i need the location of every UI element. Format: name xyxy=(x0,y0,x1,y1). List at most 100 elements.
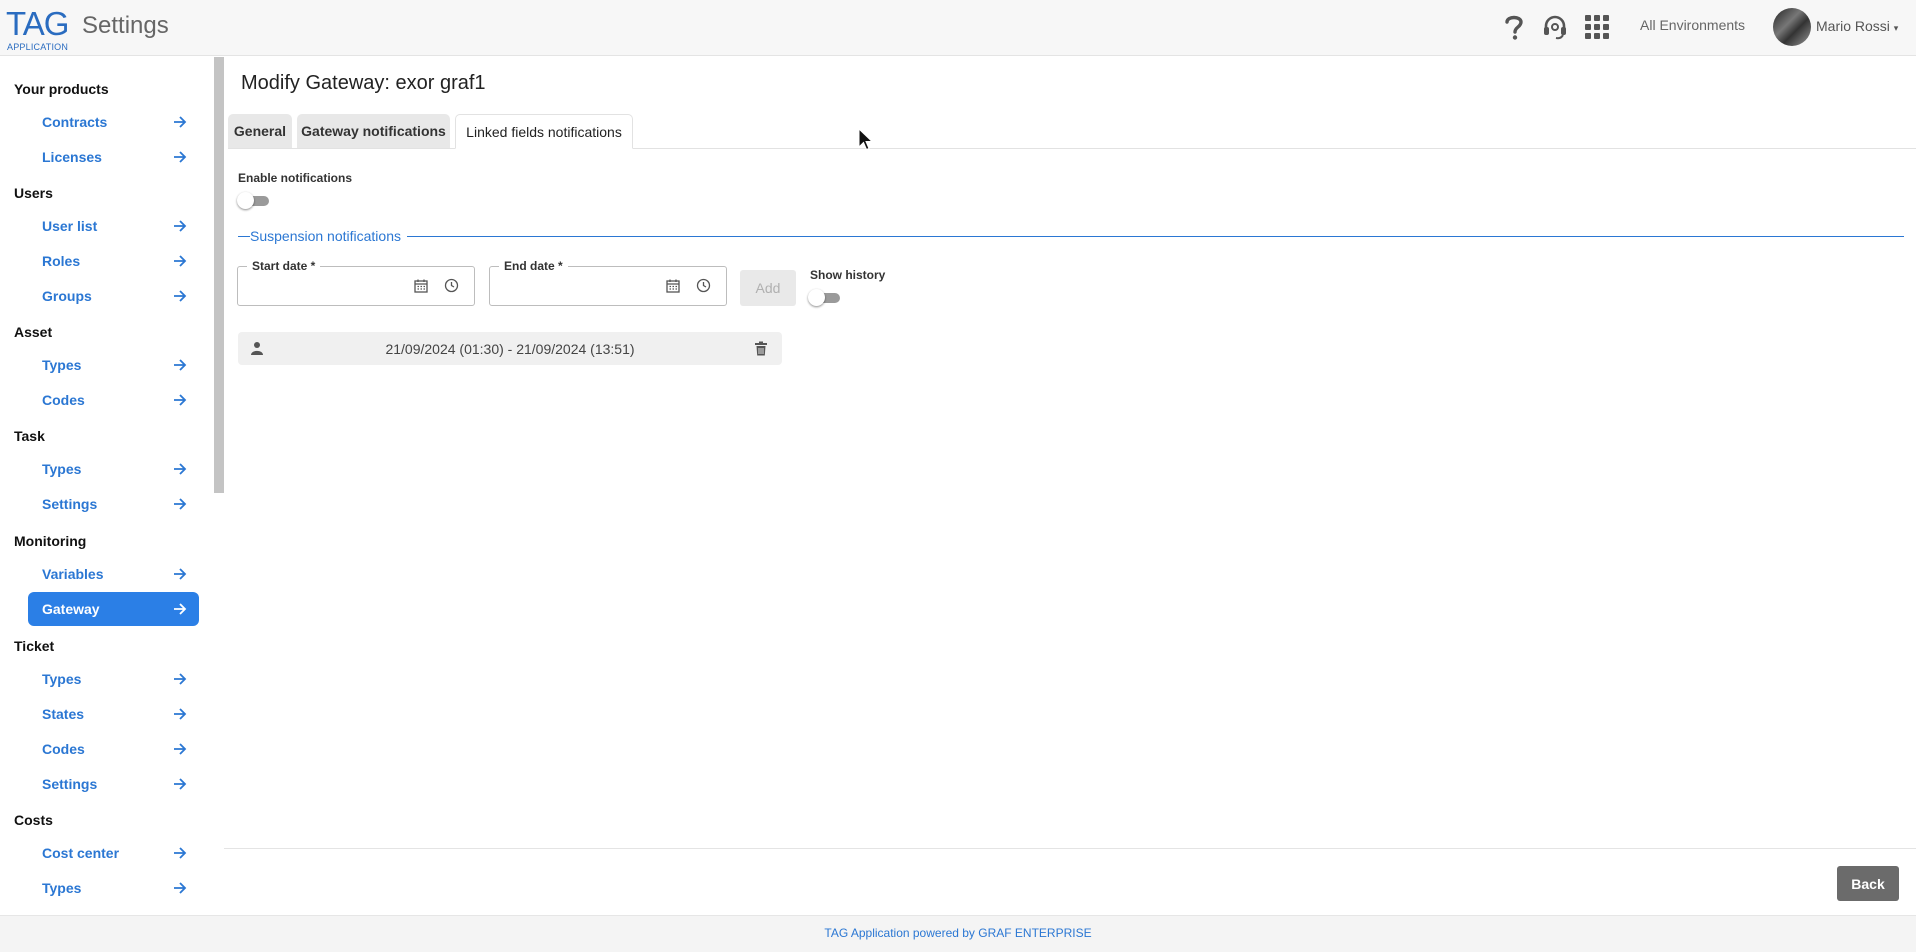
tab-general[interactable]: General xyxy=(228,114,292,148)
end-date-label: End date * xyxy=(499,259,568,273)
sidebar-item-label: Gateway xyxy=(42,601,100,617)
sidebar-section-users: Users xyxy=(14,185,53,201)
sidebar-item-label: Cost center xyxy=(42,845,120,861)
trash-icon[interactable] xyxy=(754,341,768,356)
sidebar-item-groups[interactable]: Groups xyxy=(28,279,199,313)
show-history-toggle[interactable] xyxy=(808,288,844,306)
clock-icon[interactable] xyxy=(444,278,459,293)
logo-text: TAG xyxy=(6,5,69,42)
tab-linked-fields-notifications[interactable]: Linked fields notifications xyxy=(455,114,633,149)
sidebar-item-asset-codes[interactable]: Codes xyxy=(28,383,199,417)
apps-grid-icon[interactable] xyxy=(1582,12,1612,42)
clock-icon[interactable] xyxy=(696,278,711,293)
suspension-section-title: Suspension notifications xyxy=(250,228,407,244)
calendar-icon[interactable] xyxy=(666,279,680,293)
start-date-field[interactable]: Start date * xyxy=(237,259,475,306)
sidebar-item-label: Settings xyxy=(42,776,98,792)
sidebar-item-asset-types[interactable]: Types xyxy=(28,348,199,382)
sidebar-section-ticket: Ticket xyxy=(14,638,55,654)
sidebar-item-ticket-codes[interactable]: Codes xyxy=(28,732,199,766)
sidebar-item-ticket-types[interactable]: Types xyxy=(28,662,199,696)
sidebar-item-user-list[interactable]: User list xyxy=(28,209,199,243)
sidebar-scrollbar[interactable] xyxy=(214,57,224,493)
footer: TAG Application powered by GRAF ENTERPRI… xyxy=(0,915,1916,952)
sidebar: Your products Contracts Licenses Users U… xyxy=(0,57,214,915)
sidebar-item-label: Types xyxy=(42,880,82,896)
toggle-knob xyxy=(808,289,825,306)
user-menu[interactable]: Mario Rossi ▾ xyxy=(1816,18,1898,34)
arrow-right-icon xyxy=(174,778,187,790)
sidebar-item-cost-types[interactable]: Types xyxy=(28,871,199,905)
sidebar-item-gateway[interactable]: Gateway xyxy=(28,592,199,626)
user-name: Mario Rossi xyxy=(1816,18,1890,34)
sidebar-item-label: Types xyxy=(42,357,82,373)
sidebar-item-label: States xyxy=(42,706,85,722)
arrow-right-icon xyxy=(174,116,187,128)
sidebar-section-task: Task xyxy=(14,428,45,444)
enable-notifications-label: Enable notifications xyxy=(238,171,353,185)
tab-gateway-notifications[interactable]: Gateway notifications xyxy=(297,114,450,148)
help-icon[interactable] xyxy=(1499,12,1529,42)
arrow-right-icon xyxy=(174,498,187,510)
sidebar-item-label: Licenses xyxy=(42,149,102,165)
app-header: TAG APPLICATION Settings All Environment… xyxy=(0,0,1916,56)
suspension-range: 21/09/2024 (01:30) - 21/09/2024 (13:51) xyxy=(385,341,635,357)
sidebar-item-roles[interactable]: Roles xyxy=(28,244,199,278)
sidebar-item-label: Variables xyxy=(42,566,104,582)
arrow-right-icon xyxy=(174,882,187,894)
arrow-right-icon xyxy=(174,673,187,685)
sidebar-item-label: Types xyxy=(42,671,82,687)
page-title: Modify Gateway: exor graf1 xyxy=(241,72,486,94)
arrow-right-icon xyxy=(174,359,187,371)
sidebar-section-costs: Costs xyxy=(14,812,53,828)
arrow-right-icon xyxy=(174,463,187,475)
sidebar-item-licenses[interactable]: Licenses xyxy=(28,140,199,174)
avatar[interactable] xyxy=(1773,8,1811,46)
footer-text[interactable]: TAG Application powered by GRAF ENTERPRI… xyxy=(0,926,1916,940)
arrow-right-icon xyxy=(174,568,187,580)
toggle-knob xyxy=(237,192,254,209)
header-title: Settings xyxy=(82,12,169,39)
arrow-right-icon xyxy=(174,220,187,232)
sidebar-section-monitoring: Monitoring xyxy=(14,533,87,549)
show-history-label: Show history xyxy=(810,268,886,282)
sidebar-item-cost-center[interactable]: Cost center xyxy=(28,836,199,870)
sidebar-item-label: Codes xyxy=(42,741,85,757)
back-button[interactable]: Back xyxy=(1837,866,1899,901)
sidebar-item-label: User list xyxy=(42,218,98,234)
arrow-right-icon xyxy=(174,151,187,163)
sidebar-section-asset: Asset xyxy=(14,324,53,340)
add-suspension-button[interactable]: Add xyxy=(740,270,796,306)
enable-notifications-toggle[interactable] xyxy=(237,191,273,209)
sidebar-item-ticket-settings[interactable]: Settings xyxy=(28,767,199,801)
calendar-icon[interactable] xyxy=(414,279,428,293)
sidebar-item-label: Roles xyxy=(42,253,81,269)
actions-divider xyxy=(224,848,1916,849)
sidebar-section-your-products: Your products xyxy=(14,81,109,97)
arrow-right-icon xyxy=(174,743,187,755)
section-divider xyxy=(238,236,1904,237)
sidebar-item-label: Types xyxy=(42,461,82,477)
arrow-right-icon xyxy=(174,394,187,406)
arrow-right-icon xyxy=(174,290,187,302)
logo-subtext: APPLICATION xyxy=(7,42,69,52)
headset-icon[interactable] xyxy=(1540,12,1570,42)
environment-selector[interactable]: All Environments xyxy=(1640,17,1745,33)
sidebar-item-label: Contracts xyxy=(42,114,108,130)
arrow-right-icon xyxy=(174,847,187,859)
start-date-label: Start date * xyxy=(247,259,321,273)
sidebar-item-task-settings[interactable]: Settings xyxy=(28,487,199,521)
mouse-cursor-icon xyxy=(858,128,874,151)
arrow-right-icon xyxy=(174,708,187,720)
sidebar-item-label: Codes xyxy=(42,392,85,408)
sidebar-item-ticket-states[interactable]: States xyxy=(28,697,199,731)
suspension-row: 21/09/2024 (01:30) - 21/09/2024 (13:51) xyxy=(238,332,782,365)
arrow-right-icon xyxy=(174,603,187,615)
sidebar-item-task-types[interactable]: Types xyxy=(28,452,199,486)
sidebar-item-label: Settings xyxy=(42,496,98,512)
sidebar-item-variables[interactable]: Variables xyxy=(28,557,199,591)
sidebar-item-contracts[interactable]: Contracts xyxy=(28,105,199,139)
end-date-field[interactable]: End date * xyxy=(489,259,727,306)
sidebar-item-label: Groups xyxy=(42,288,92,304)
tag-logo[interactable]: TAG APPLICATION xyxy=(6,5,69,53)
